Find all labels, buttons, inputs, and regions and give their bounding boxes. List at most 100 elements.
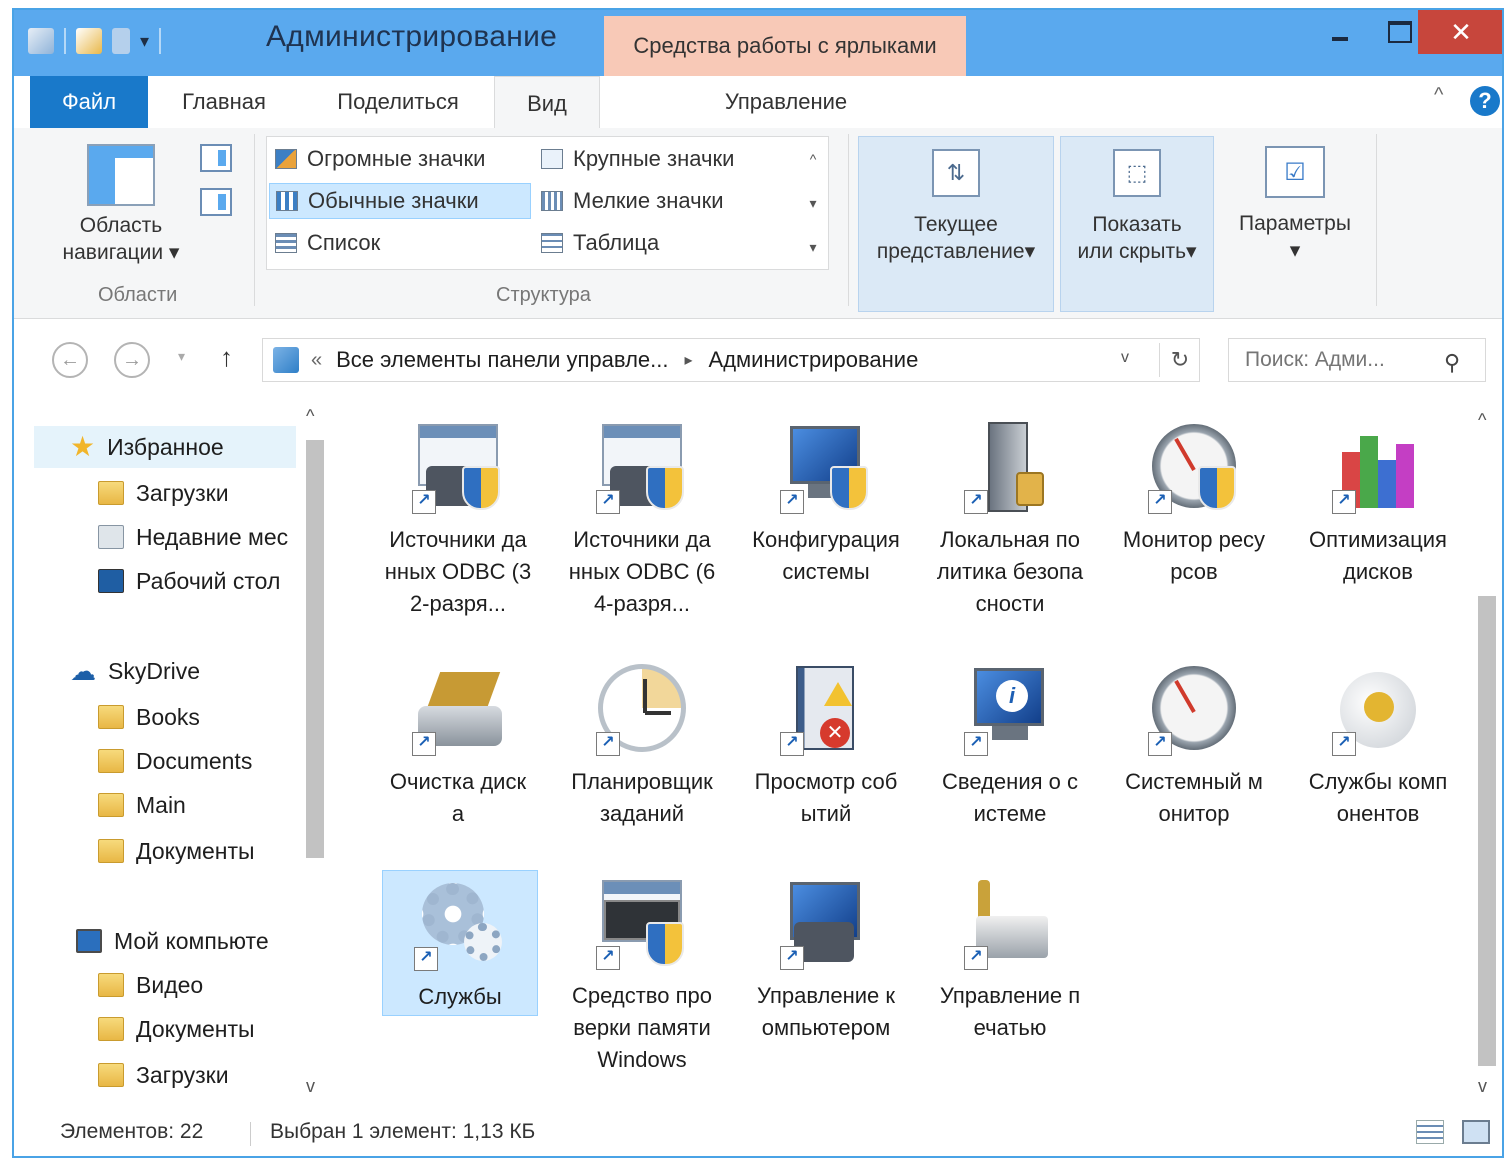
details-view-icon[interactable] [1416,1120,1444,1144]
gallery-down-icon[interactable]: ▾ [798,181,828,225]
control-panel-icon [28,28,54,54]
breadcrumb-parent[interactable]: Все элементы панели управле... [336,347,668,373]
show-hide-button[interactable]: ⬚ Показать или скрыть▾ [1060,136,1214,312]
layout-normal-icons[interactable]: Обычные значки [269,183,531,219]
folder-icon [98,705,124,729]
address-dropdown-icon[interactable]: v [1121,349,1129,367]
recent-locations-icon[interactable]: ▾ [178,348,185,365]
gallery-more-icon[interactable]: ▾ [798,225,828,269]
layout-large-label: Крупные значки [573,146,735,171]
tab-manage[interactable]: Управление [606,76,966,128]
scroll-up-icon[interactable]: ^ [1478,410,1486,431]
item-computer-management[interactable]: ↗ Управление компьютером [748,870,904,1044]
nav-main[interactable]: Main [98,784,186,826]
documents-folder-icon [98,1017,124,1041]
close-button[interactable]: ✕ [1418,10,1502,54]
back-button[interactable]: ← [52,342,88,378]
nav-recent[interactable]: Недавние мес [98,516,288,558]
scroll-down-icon[interactable]: v [306,1076,315,1097]
item-label: Оптимизация дисков [1309,527,1447,584]
nav-dokumenty[interactable]: Документы [98,830,255,872]
forward-button[interactable]: → [114,342,150,378]
search-icon[interactable]: ⚲ [1444,350,1460,376]
nav-scrollbar[interactable]: ^ v [298,400,332,1102]
nav-scroll-thumb[interactable] [306,440,324,858]
new-folder-icon[interactable] [112,28,130,54]
content-scrollbar[interactable]: ^ v [1472,400,1502,1102]
nav-computer[interactable]: Мой компьюте [76,920,269,962]
layout-gallery: Огромные значки Крупные значки Обычные з… [266,136,800,270]
layout-huge-icons[interactable]: Огромные значки [269,141,491,177]
show-hide-label-1: Показать [1092,213,1182,236]
maximize-icon [1388,21,1412,43]
item-odbc-64[interactable]: ↗ Источники данных ODBC (64-разря... [564,414,720,620]
current-view-button[interactable]: ⇅ Текущее представление▾ [858,136,1054,312]
nav-pc-downloads[interactable]: Загрузки [98,1054,229,1096]
context-tab-shortcut-tools[interactable]: Средства работы с ярлыками [604,16,966,76]
options-button[interactable]: ☑ Параметры ▾ [1224,136,1366,312]
item-disk-optimize[interactable]: ↗ Оптимизация дисков [1300,414,1456,588]
item-system-info[interactable]: i ↗ Сведения о системе [932,656,1088,830]
help-icon[interactable]: ? [1470,86,1500,116]
refresh-button[interactable]: ↻ [1159,343,1200,377]
tab-file[interactable]: Файл [30,76,148,128]
nav-video[interactable]: Видео [98,964,203,1006]
item-print-management[interactable]: ↗ Управление печатью [932,870,1088,1044]
large-icons-view-icon[interactable] [1462,1120,1490,1144]
nav-skydrive-label: SkyDrive [108,657,201,684]
nav-skydrive[interactable]: ☁ SkyDrive [70,650,200,692]
navigation-pane-button[interactable]: Область навигации ▾ [46,138,196,278]
item-security-policy[interactable]: ↗ Локальная политика безопасности [932,414,1088,620]
nav-favorites[interactable]: ★ Избранное [34,426,296,468]
breadcrumb-current[interactable]: Администрирование [709,347,919,373]
item-system-config[interactable]: ↗ Конфигурация системы [748,414,904,588]
group-separator [1376,134,1377,306]
item-services[interactable]: ↗ Службы [382,870,538,1016]
computer-management-icon: ↗ [778,876,874,972]
nav-desktop[interactable]: Рабочий стол [98,560,280,602]
collapse-ribbon-icon[interactable]: ^ [1434,84,1443,107]
item-odbc-32[interactable]: ↗ Источники данных ODBC (32-разря... [380,414,536,620]
huge-icons-icon [275,149,297,169]
details-pane-button[interactable] [200,188,232,216]
item-performance-monitor[interactable]: ↗ Системный монитор [1116,656,1272,830]
properties-icon[interactable] [76,28,102,54]
options-label: Параметры [1239,212,1351,235]
dropdown-icon: ▾ [1186,240,1197,263]
qat-dropdown-icon[interactable]: ▾ [140,31,149,52]
shortcut-arrow-icon: ↗ [596,732,620,756]
tab-view[interactable]: Вид [494,76,600,130]
gallery-up-icon[interactable]: ^ [798,137,828,181]
info-icon: i [996,680,1028,712]
layout-details[interactable]: Таблица [535,225,665,261]
preview-pane-button[interactable] [200,144,232,172]
options-icon: ☑ [1265,146,1325,198]
nav-documents[interactable]: Documents [98,740,252,782]
nav-pc-documents[interactable]: Документы [98,1008,255,1050]
system-info-icon: i ↗ [962,662,1058,758]
address-bar[interactable]: « Все элементы панели управле... ▸ Админ… [262,338,1200,382]
item-disk-cleanup[interactable]: ↗ Очистка диска [380,656,536,830]
layout-large-icons[interactable]: Крупные значки [535,141,740,177]
item-resource-monitor[interactable]: ↗ Монитор ресурсов [1116,414,1272,588]
nav-books[interactable]: Books [98,696,200,738]
content-scroll-thumb[interactable] [1478,596,1496,1066]
layout-small-icons[interactable]: Мелкие значки [535,183,730,219]
tab-home[interactable]: Главная [164,76,284,128]
item-memory-diagnostic[interactable]: ↗ Средство проверки памяти Windows [564,870,720,1076]
close-icon: ✕ [1450,16,1472,47]
downloads-folder-icon [98,481,124,505]
scroll-down-icon[interactable]: v [1478,1076,1487,1097]
minimize-button[interactable] [1310,10,1370,54]
layout-list[interactable]: Список [269,225,386,261]
item-task-scheduler[interactable]: ↗ Планировщик заданий [564,656,720,830]
details-icon [541,233,563,253]
overflow-chevron-icon[interactable]: « [311,349,322,372]
item-component-services[interactable]: ↗ Службы компонентов [1300,656,1456,830]
tab-share[interactable]: Поделиться [314,76,482,128]
item-event-viewer[interactable]: ✕ ↗ Просмотр событий [748,656,904,830]
nav-downloads[interactable]: Загрузки [98,472,229,514]
breadcrumb-separator-icon[interactable]: ▸ [685,350,693,370]
up-button[interactable]: ↑ [220,342,233,373]
scroll-up-icon[interactable]: ^ [306,406,314,427]
